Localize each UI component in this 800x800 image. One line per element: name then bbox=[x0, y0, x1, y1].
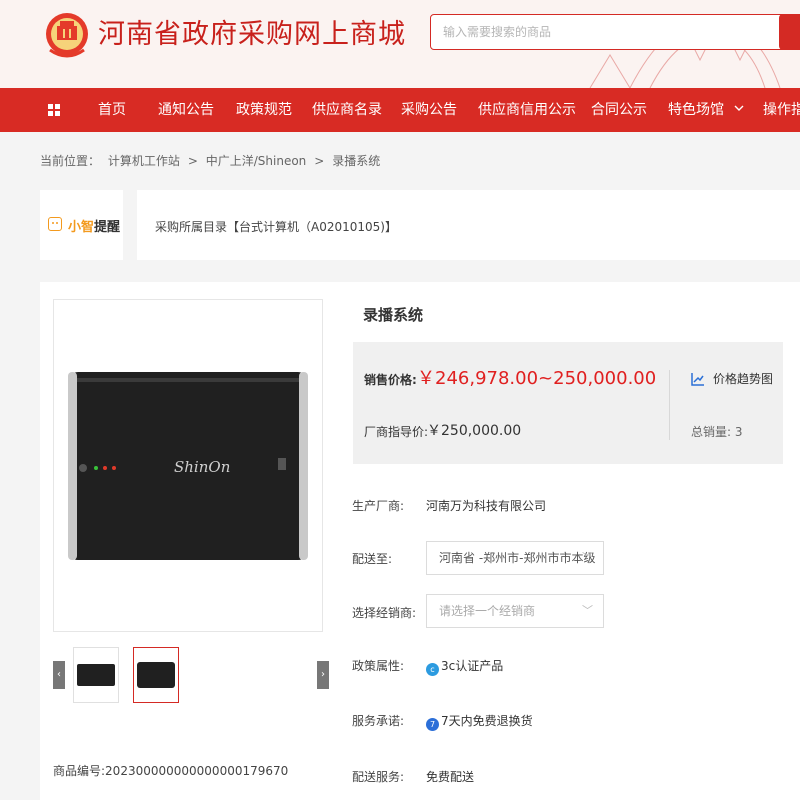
nav-item-featured-label: 特色场馆 bbox=[668, 102, 724, 118]
total-sales: 总销量: 3 bbox=[691, 425, 743, 439]
thumbnail-2-active[interactable] bbox=[133, 647, 179, 703]
service-promise-value: 7 7天内免费退换货 bbox=[426, 712, 533, 731]
thumbnail-next-button[interactable]: › bbox=[317, 661, 329, 689]
breadcrumb-item-current: 录播系统 bbox=[332, 154, 381, 168]
thumbnail-image bbox=[137, 662, 175, 688]
nav-item-home[interactable]: 首页 bbox=[98, 88, 126, 132]
search-input[interactable] bbox=[431, 15, 779, 49]
product-main-image: ShinOn bbox=[53, 299, 323, 632]
policy-value: c 3c认证产品 bbox=[426, 657, 503, 676]
dealer-placeholder: 请选择一个经销商 bbox=[439, 604, 536, 618]
reminder-bar: 小智提醒 采购所属目录【台式计算机（A02010105)】 bbox=[40, 190, 800, 260]
reminder-tag: 小智提醒 bbox=[68, 220, 121, 235]
certification-icon: c bbox=[426, 663, 439, 676]
nav-item-contracts[interactable]: 合同公示 bbox=[591, 88, 647, 132]
nav-item-notices[interactable]: 通知公告 bbox=[158, 88, 214, 132]
breadcrumb-item[interactable]: 计算机工作站 bbox=[108, 154, 180, 168]
nav-item-supplier-credit[interactable]: 供应商信用公示 bbox=[478, 88, 576, 132]
breadcrumb-prefix: 当前位置： bbox=[40, 154, 101, 168]
price-trend-link[interactable]: 价格趋势图 bbox=[691, 370, 773, 387]
breadcrumb-item[interactable]: 中广上洋/Shineon bbox=[206, 154, 307, 168]
delivery-region-value: 河南省 -郑州市-郑州市市本级 bbox=[439, 551, 596, 565]
return-policy-icon: 7 bbox=[426, 718, 439, 731]
manufacturer-value: 河南万为科技有限公司 bbox=[426, 499, 547, 513]
divider bbox=[123, 190, 137, 260]
robot-icon bbox=[48, 217, 62, 231]
delivery-service-label: 配送服务: bbox=[352, 770, 405, 784]
recording-device-image: ShinOn bbox=[68, 372, 308, 560]
price-trend-label: 价格趋势图 bbox=[713, 372, 774, 386]
site-header: 河南省政府采购网上商城 bbox=[0, 0, 800, 88]
grid-menu-icon[interactable] bbox=[48, 104, 60, 116]
sale-price-label: 销售价格: bbox=[364, 373, 417, 387]
trend-chart-icon bbox=[691, 373, 704, 386]
dealer-label: 选择经销商: bbox=[352, 606, 417, 620]
guide-price-label: 厂商指导价: bbox=[364, 425, 429, 439]
manufacturer-label: 生产厂商: bbox=[352, 499, 405, 513]
svg-text:ShinOn: ShinOn bbox=[174, 458, 230, 476]
policy-label: 政策属性: bbox=[352, 659, 405, 673]
thumbnail-image bbox=[77, 664, 115, 686]
guide-price: ￥250,000.00 bbox=[427, 423, 522, 439]
main-nav: 首页 通知公告 政策规范 供应商名录 采购公告 供应商信用公示 合同公示 特色场… bbox=[0, 88, 800, 132]
thumbnail-1[interactable] bbox=[73, 647, 119, 703]
divider bbox=[669, 370, 670, 440]
nav-item-featured-halls[interactable]: 特色场馆 bbox=[668, 88, 744, 132]
product-sku: 商品编号:202300000000000000179670 bbox=[53, 764, 289, 778]
nav-item-policies[interactable]: 政策规范 bbox=[236, 88, 292, 132]
product-panel: ShinOn ‹ › 商品编号:202300000000000000179670… bbox=[40, 282, 800, 800]
site-title: 河南省政府采购网上商城 bbox=[98, 19, 406, 50]
government-emblem-logo bbox=[46, 13, 88, 58]
dealer-select[interactable]: 请选择一个经销商 ﹀ bbox=[426, 594, 604, 628]
chevron-down-icon bbox=[734, 105, 744, 111]
nav-item-procurement-notices[interactable]: 采购公告 bbox=[401, 88, 457, 132]
search-bar bbox=[430, 14, 800, 50]
breadcrumb: 当前位置： 计算机工作站 > 中广上洋/Shineon > 录播系统 bbox=[40, 154, 381, 168]
nav-item-guide[interactable]: 操作指 bbox=[763, 88, 800, 132]
delivery-service-value: 免费配送 bbox=[426, 770, 475, 784]
product-title: 录播系统 bbox=[363, 306, 424, 324]
service-promise-label: 服务承诺: bbox=[352, 714, 405, 728]
reminder-text: 采购所属目录【台式计算机（A02010105)】 bbox=[155, 220, 397, 234]
thumbnail-prev-button[interactable]: ‹ bbox=[53, 661, 65, 689]
delivery-region-select[interactable]: 河南省 -郑州市-郑州市市本级 ﹀ bbox=[426, 541, 604, 575]
delivery-to-label: 配送至: bbox=[352, 552, 393, 566]
sale-price: ￥246,978.00~250,000.00 bbox=[417, 368, 657, 389]
nav-item-supplier-directory[interactable]: 供应商名录 bbox=[312, 88, 382, 132]
price-box: 销售价格: ￥246,978.00~250,000.00 厂商指导价: ￥250… bbox=[353, 342, 783, 464]
chevron-down-icon: ﹀ bbox=[582, 604, 593, 617]
search-button[interactable] bbox=[779, 14, 800, 50]
chevron-down-icon: ﹀ bbox=[582, 551, 593, 564]
